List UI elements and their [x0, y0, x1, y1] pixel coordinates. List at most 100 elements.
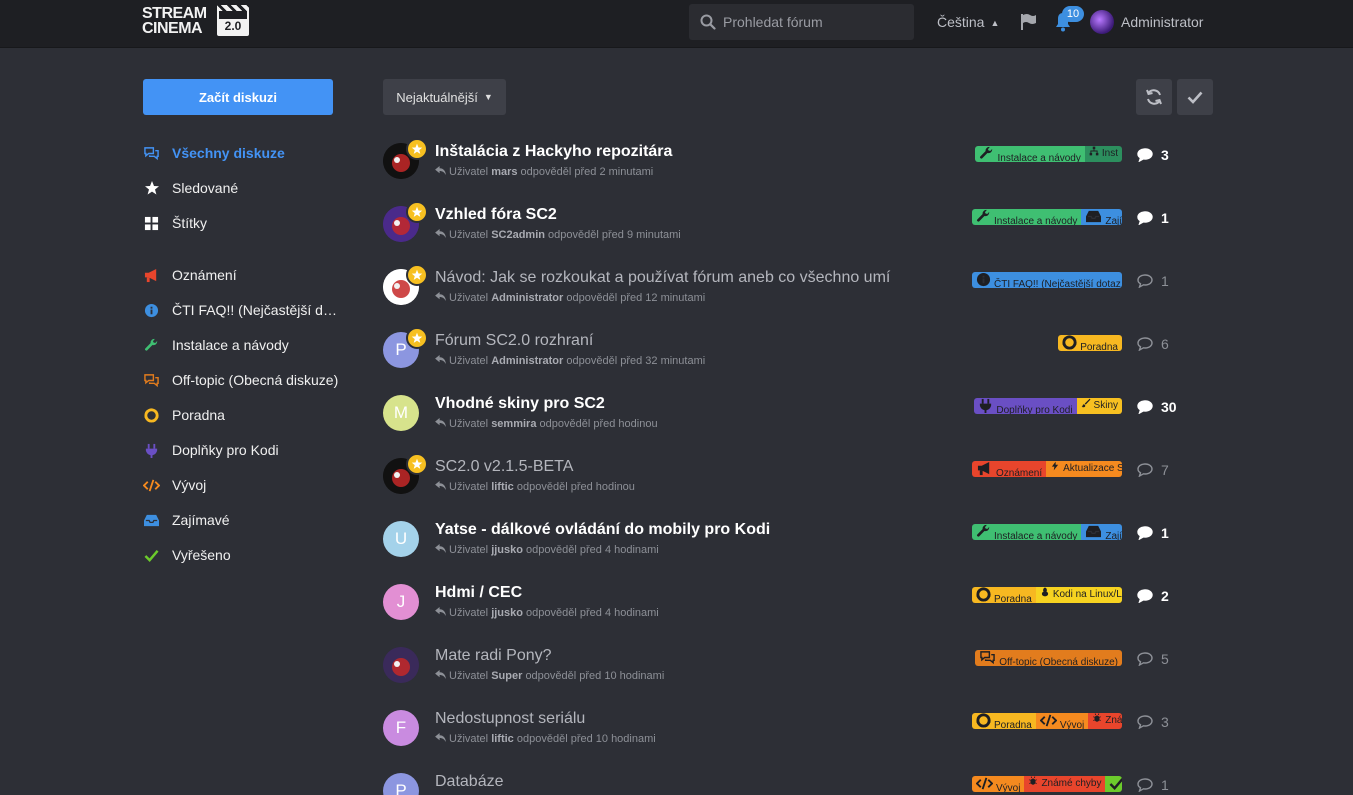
reply-count-value: 2: [1161, 588, 1169, 604]
author-avatar[interactable]: M: [383, 395, 419, 431]
discussion-row[interactable]: P Fórum SC2.0 rozhraní Uživatel Administra…: [383, 326, 1213, 386]
tag-label[interactable]: Poradna: [972, 587, 1036, 603]
sidebar-item-stitky[interactable]: Štítky: [143, 212, 343, 234]
discussion-title[interactable]: Inštalácia z Hackyho repozitára: [435, 143, 672, 161]
search-box[interactable]: [689, 4, 914, 40]
meta-username[interactable]: Super: [491, 670, 522, 682]
language-selector[interactable]: Čeština ▲︎: [937, 14, 999, 30]
comment-icon: [1137, 589, 1153, 603]
discussion-tags: Poradna Vývoj Zná: [972, 713, 1122, 729]
tag-label[interactable]: Instalace a návody: [972, 524, 1082, 540]
reply-count-value: 30: [1161, 399, 1177, 415]
tag-label[interactable]: Známé chyby: [1024, 776, 1106, 792]
reply-count-value: 6: [1161, 336, 1169, 352]
tag-label[interactable]: Instalace a návody: [975, 146, 1085, 162]
meta-username[interactable]: SC2admin: [491, 229, 545, 241]
meta-username[interactable]: liftic: [491, 733, 514, 745]
sidebar-item-vyreseno[interactable]: Vyřešeno: [143, 544, 343, 566]
tag-label[interactable]: ČTI FAQ!! (Nejčastější dotaz: [972, 272, 1122, 288]
tag-label[interactable]: Kodi na Linux/L: [1035, 587, 1122, 603]
reply-count-value: 5: [1161, 651, 1169, 667]
tag-label[interactable]: Doplňky pro Kodi: [974, 398, 1077, 414]
start-discussion-button[interactable]: Začít diskuzi: [143, 79, 333, 115]
site-logo[interactable]: STREAM CINEMA 2.0: [142, 5, 252, 39]
sidebar-item-off-topic-obecna-diskuze[interactable]: Off-topic (Obecná diskuze): [143, 369, 343, 391]
tag-label[interactable]: Instalace a návody: [972, 209, 1082, 225]
author-avatar[interactable]: [383, 647, 419, 683]
reply-icon: [435, 292, 446, 301]
mark-all-read-button[interactable]: [1177, 79, 1213, 115]
discussion-row[interactable]: Mate radi Pony? Uživatel Super odpověděl …: [383, 641, 1213, 701]
author-avatar[interactable]: F: [383, 710, 419, 746]
meta-username[interactable]: liftic: [491, 481, 514, 493]
discussion-row[interactable]: SC2.0 v2.1.5-BETA Uživatel liftic odpověd…: [383, 452, 1213, 512]
reply-icon: [435, 544, 446, 553]
user-avatar[interactable]: [1090, 10, 1114, 34]
tag-label[interactable]: Poradna: [972, 713, 1036, 729]
tag-text: Skiny: [1093, 400, 1118, 411]
discussion-row[interactable]: J Hdmi / CEC Uživatel jjusko odpověděl pře…: [383, 578, 1213, 638]
tag-label[interactable]: Vývoj: [1035, 713, 1089, 729]
tag-label[interactable]: Zajím: [1081, 209, 1122, 225]
meta-username[interactable]: Administrator: [491, 292, 563, 304]
refresh-button[interactable]: [1136, 79, 1172, 115]
discussion-title[interactable]: Fórum SC2.0 rozhraní: [435, 332, 593, 350]
reply-icon: [435, 418, 446, 427]
sidebar-item-vyvoj[interactable]: Vývoj: [143, 474, 343, 496]
author-avatar[interactable]: P: [383, 773, 419, 795]
meta-username[interactable]: jjusko: [491, 607, 523, 619]
tag-label[interactable]: Poradna: [1058, 335, 1122, 351]
discussion-row[interactable]: Vzhled fóra SC2 Uživatel SC2admin odpověd…: [383, 200, 1213, 260]
tag-label[interactable]: Aktualizace S: [1046, 461, 1122, 477]
sort-dropdown[interactable]: Nejaktuálnější ▼: [383, 79, 506, 115]
meta-username[interactable]: Administrator: [491, 355, 563, 367]
sidebar-item-label: Instalace a návody: [172, 337, 289, 353]
tag-label[interactable]: Off-topic (Obecná diskuze): [975, 650, 1122, 666]
inbox-icon: [1085, 210, 1102, 225]
discussion-row[interactable]: U Yatse - dálkové ovládání do mobily pro …: [383, 515, 1213, 575]
tag-label[interactable]: Vývoj: [972, 776, 1025, 792]
tag-label[interactable]: Oznámení: [972, 461, 1047, 477]
tag-label[interactable]: Zná: [1088, 713, 1122, 729]
discussion-title[interactable]: SC2.0 v2.1.5-BETA: [435, 458, 573, 476]
discussion-title[interactable]: Vzhled fóra SC2: [435, 206, 557, 224]
user-name[interactable]: Administrator: [1121, 14, 1203, 30]
sidebar-item-cti-faq-nejcastejsi-dot[interactable]: ČTI FAQ!! (Nejčastější dot...: [143, 299, 343, 321]
flag-icon[interactable]: [1019, 13, 1037, 31]
sidebar-item-zajimave[interactable]: Zajímavé: [143, 509, 343, 531]
sidebar-item-doplnky-pro-kodi[interactable]: Doplňky pro Kodi: [143, 439, 343, 461]
meta-username[interactable]: mars: [491, 166, 517, 178]
sidebar-item-poradna[interactable]: Poradna: [143, 404, 343, 426]
logo-version: 2.0: [219, 19, 247, 34]
discussion-row[interactable]: Návod: Jak se rozkoukat a používat fórum…: [383, 263, 1213, 323]
check-icon: [1109, 778, 1122, 792]
sidebar-item-sledovane[interactable]: Sledované: [143, 177, 343, 199]
comment-icon: [1137, 337, 1153, 351]
tag-label[interactable]: Inst: [1084, 146, 1122, 162]
meta-username[interactable]: semmira: [491, 418, 536, 430]
search-input[interactable]: [723, 4, 908, 40]
discussion-title[interactable]: Hdmi / CEC: [435, 584, 522, 602]
sidebar-item-instalace-a-navody[interactable]: Instalace a návody: [143, 334, 343, 356]
meta-username[interactable]: jjusko: [491, 544, 523, 556]
tag-label[interactable]: Zajím: [1081, 524, 1122, 540]
wrench-icon: [979, 146, 994, 162]
discussion-title[interactable]: Vhodné skiny pro SC2: [435, 395, 605, 413]
discussion-title[interactable]: Databáze: [435, 773, 504, 791]
sidebar-item-oznameni[interactable]: Oznámení: [143, 264, 343, 286]
discussion-title[interactable]: Mate radi Pony?: [435, 647, 552, 665]
discussion-row[interactable]: M Vhodné skiny pro SC2 Uživatel semmira od…: [383, 389, 1213, 449]
meta-action: odpověděl před hodinou: [516, 481, 635, 493]
discussion-meta: Uživatel jjusko odpověděl před 4 hodinam…: [435, 607, 659, 619]
author-avatar[interactable]: U: [383, 521, 419, 557]
discussion-title[interactable]: Návod: Jak se rozkoukat a používat fórum…: [435, 269, 890, 287]
discussion-row[interactable]: Inštalácia z Hackyho repozitára Uživatel …: [383, 137, 1213, 197]
tag-label[interactable]: [1105, 776, 1122, 792]
discussion-row[interactable]: P Databáze Vývoj Známé chyby 1: [383, 767, 1213, 795]
author-avatar[interactable]: J: [383, 584, 419, 620]
discussion-title[interactable]: Nedostupnost seriálu: [435, 710, 585, 728]
tag-label[interactable]: Skiny: [1076, 398, 1122, 414]
discussion-row[interactable]: F Nedostupnost seriálu Uživatel liftic odp…: [383, 704, 1213, 764]
discussion-title[interactable]: Yatse - dálkové ovládání do mobily pro K…: [435, 521, 770, 539]
sidebar-item-vsechny-diskuze[interactable]: Všechny diskuze: [143, 142, 343, 164]
